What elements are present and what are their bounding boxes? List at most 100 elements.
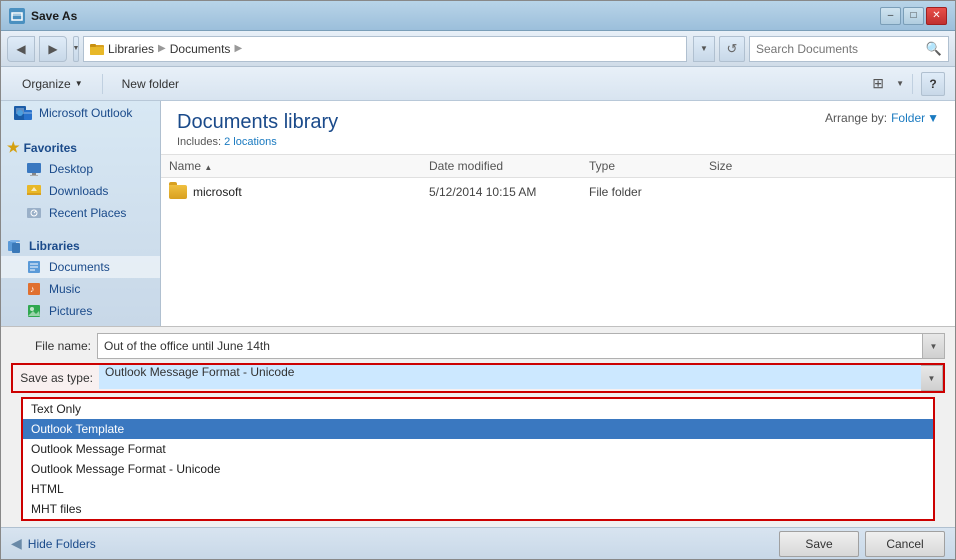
library-title: Documents library xyxy=(177,111,338,134)
sidebar-item-desktop[interactable]: Desktop xyxy=(1,158,160,180)
sidebar-libraries-header[interactable]: Libraries xyxy=(1,232,160,256)
save-type-value[interactable]: Outlook Message Format - Unicode xyxy=(99,365,921,389)
hide-folders-button[interactable]: Hide Folders xyxy=(28,537,96,551)
arrange-by: Arrange by: Folder ▼ xyxy=(825,111,939,125)
window-title: Save As xyxy=(31,9,880,23)
sidebar-favorites-header[interactable]: ★ Favorites xyxy=(1,133,160,158)
column-headers: Name ▲ Date modified Type Size xyxy=(161,155,955,178)
close-button[interactable]: ✕ xyxy=(926,7,947,25)
col-name-label: Name xyxy=(169,159,201,173)
new-folder-label: New folder xyxy=(122,77,179,91)
address-part-libraries: Libraries xyxy=(108,42,154,56)
table-row[interactable]: microsoft 5/12/2014 10:15 AM File folder xyxy=(161,182,955,202)
favorites-label: Favorites xyxy=(24,141,77,155)
col-header-date[interactable]: Date modified xyxy=(429,159,589,173)
dropdown-option-mht[interactable]: MHT files xyxy=(23,499,933,519)
sidebar-item-outlook[interactable]: Microsoft Outlook xyxy=(1,101,160,125)
music-icon: ♪ xyxy=(25,281,43,297)
documents-label: Documents xyxy=(49,260,110,274)
view-toggle-button[interactable]: ⊞ xyxy=(864,71,892,97)
col-header-size[interactable]: Size xyxy=(709,159,789,173)
filename-dropdown[interactable]: ▼ xyxy=(923,333,945,359)
col-header-name[interactable]: Name ▲ xyxy=(169,159,429,173)
folder-icon xyxy=(90,42,104,56)
filename-input-wrap: ▼ xyxy=(97,333,945,359)
address-bar-container: ◀ ▶ ▼ Libraries ▶ Documents ▶ ▼ ↺ 🔍 xyxy=(1,31,955,67)
organize-button[interactable]: Organize ▼ xyxy=(11,71,94,97)
file-date-cell: 5/12/2014 10:15 AM xyxy=(429,185,589,199)
address-dropdown-btn[interactable]: ▼ xyxy=(693,36,715,62)
arrange-value-label: Folder xyxy=(891,111,925,125)
cancel-button[interactable]: Cancel xyxy=(865,531,945,557)
sidebar-item-music[interactable]: ♪ Music xyxy=(1,278,160,300)
folder-icon xyxy=(169,185,187,199)
toolbar-separator xyxy=(102,74,103,94)
outlook-label: Microsoft Outlook xyxy=(39,106,132,120)
minimize-button[interactable]: – xyxy=(880,7,901,25)
includes-label: Includes: xyxy=(177,136,221,148)
window-controls: – □ ✕ xyxy=(880,7,947,25)
back-button[interactable]: ◀ xyxy=(7,36,35,62)
locations-label: locations xyxy=(233,136,276,148)
maximize-button[interactable]: □ xyxy=(903,7,924,25)
library-includes: Includes: 2 locations xyxy=(177,136,338,148)
file-name-cell: microsoft xyxy=(169,185,429,199)
file-date-label: 5/12/2014 10:15 AM xyxy=(429,185,536,199)
dropdown-option-html[interactable]: HTML xyxy=(23,479,933,499)
dropdown-option-outlook-unicode[interactable]: Outlook Message Format - Unicode xyxy=(23,459,933,479)
save-type-dropdown[interactable]: ▼ xyxy=(921,365,943,391)
organize-chevron-icon: ▼ xyxy=(75,79,83,88)
dropdown-option-text-only[interactable]: Text Only xyxy=(23,399,933,419)
dropdown-option-outlook-format[interactable]: Outlook Message Format xyxy=(23,439,933,459)
dropdown-arrow-button[interactable]: ▼ xyxy=(73,36,79,62)
search-icon: 🔍 xyxy=(926,41,942,57)
downloads-icon xyxy=(25,183,43,199)
documents-icon xyxy=(25,259,43,275)
arrange-dropdown-icon: ▼ xyxy=(927,111,939,125)
filename-row: File name: ▼ xyxy=(11,333,945,359)
outlook-icon xyxy=(13,104,33,122)
window-icon xyxy=(9,8,25,24)
sidebar: Microsoft Outlook ★ Favorites Desktop xyxy=(1,101,161,326)
hide-folders-bar: ◀ Hide Folders Save Cancel xyxy=(1,527,955,559)
file-list: microsoft 5/12/2014 10:15 AM File folder xyxy=(161,178,955,326)
sidebar-item-downloads[interactable]: Downloads xyxy=(1,180,160,202)
desktop-label: Desktop xyxy=(49,162,93,176)
desktop-icon xyxy=(25,161,43,177)
filename-input[interactable] xyxy=(97,333,923,359)
sidebar-item-recent-places[interactable]: Recent Places xyxy=(1,202,160,224)
view-dropdown-icon[interactable]: ▼ xyxy=(896,79,904,88)
title-bar: Save As – □ ✕ xyxy=(1,1,955,31)
save-as-type-row: Save as type: Outlook Message Format - U… xyxy=(11,363,945,393)
col-size-label: Size xyxy=(709,159,732,173)
save-type-label: Save as type: xyxy=(13,371,93,385)
address-bar[interactable]: Libraries ▶ Documents ▶ xyxy=(83,36,687,62)
search-box[interactable]: 🔍 xyxy=(749,36,949,62)
arrange-by-label: Arrange by: xyxy=(825,111,887,125)
bottom-action-buttons: Save Cancel xyxy=(779,531,945,557)
sidebar-item-pictures[interactable]: Pictures xyxy=(1,300,160,322)
organize-bar: Organize ▼ New folder ⊞ ▼ ? xyxy=(1,67,955,101)
help-button[interactable]: ? xyxy=(921,72,945,96)
col-header-type[interactable]: Type xyxy=(589,159,709,173)
save-button[interactable]: Save xyxy=(779,531,859,557)
refresh-button[interactable]: ↺ xyxy=(719,36,745,62)
view-controls: ⊞ ▼ ? xyxy=(864,71,945,97)
pictures-label: Pictures xyxy=(49,304,92,318)
star-icon: ★ xyxy=(7,139,20,156)
downloads-label: Downloads xyxy=(49,184,108,198)
dropdown-option-outlook-template[interactable]: Outlook Template xyxy=(23,419,933,439)
library-header: Documents library Includes: 2 locations … xyxy=(161,101,955,155)
libraries-label: Libraries xyxy=(29,239,80,253)
new-folder-button[interactable]: New folder xyxy=(111,71,190,97)
save-type-dropdown-list: Text Only Outlook Template Outlook Messa… xyxy=(21,397,935,521)
sidebar-item-documents[interactable]: Documents xyxy=(1,256,160,278)
save-type-input-wrap: Outlook Message Format - Unicode ▼ xyxy=(99,365,943,391)
recent-places-label: Recent Places xyxy=(49,206,126,220)
search-input[interactable] xyxy=(756,42,922,56)
locations-count: 2 xyxy=(224,136,230,148)
arrange-by-dropdown[interactable]: Folder ▼ xyxy=(891,111,939,125)
hide-folders-icon: ◀ xyxy=(11,535,22,552)
locations-link[interactable]: 2 locations xyxy=(224,136,277,148)
forward-button[interactable]: ▶ xyxy=(39,36,67,62)
